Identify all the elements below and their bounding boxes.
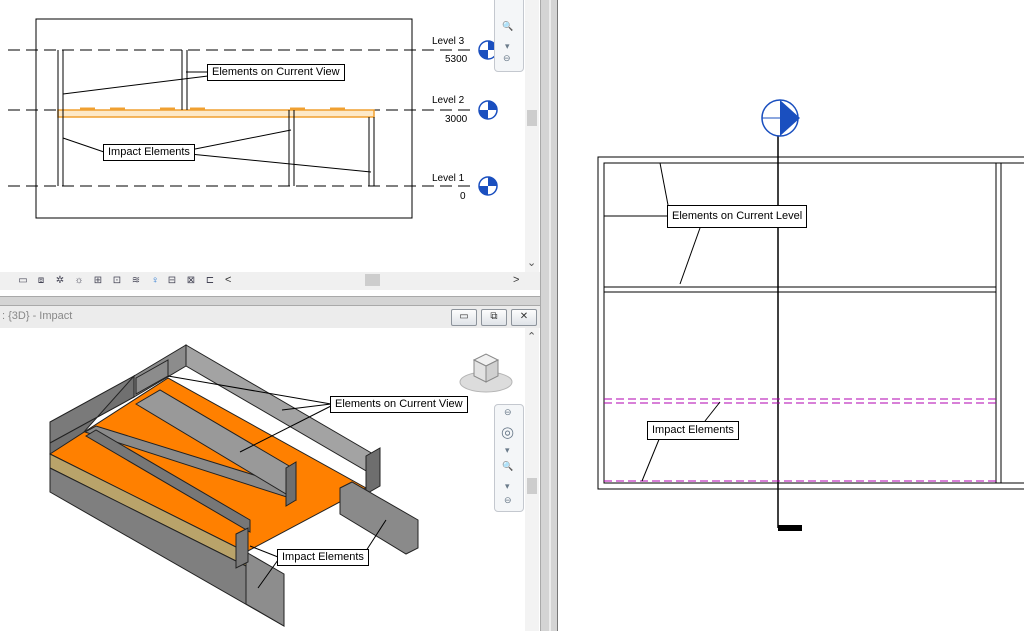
chevron-down-icon[interactable]: ▾: [505, 445, 510, 456]
close-button[interactable]: ✕: [511, 309, 537, 326]
wall-right-extension: [339, 481, 419, 555]
elevation-navigation-bar[interactable]: 🔍 ▾ ⊖: [494, 0, 524, 72]
zoom-icon[interactable]: 🔍: [502, 461, 513, 472]
plan-callout-impact: Impact Elements: [647, 421, 739, 440]
restore-button[interactable]: ⧉: [481, 309, 507, 326]
chevron-down-icon[interactable]: ▾: [505, 41, 510, 52]
elevation-view-control-bar[interactable]: ▭ ⧈ ✲ ☼ ⊞ ⊡ ≋ ♀ ⊟ ⊠ ⊏ < >: [0, 272, 540, 290]
vertical-splitter[interactable]: [540, 0, 558, 631]
crop-region: [35, 18, 413, 219]
level-2-name[interactable]: Level 2: [432, 95, 464, 106]
plan-view-pane[interactable]: Elements on Current Level Impact Element…: [558, 0, 1024, 631]
plan-callout-current-level: Elements on Current Level: [667, 205, 808, 228]
scroll-up-arrow[interactable]: ⌃: [527, 330, 536, 343]
elevation-view-pane[interactable]: Level 3 5300 Level 2 3000 Level 1 0 Elem…: [0, 0, 540, 296]
horizontal-scroll-thumb[interactable]: [365, 274, 380, 286]
level-3-elevation[interactable]: 5300: [445, 54, 467, 65]
nav-bar-options-icon[interactable]: ⊖: [504, 495, 512, 506]
viewcube[interactable]: [458, 350, 520, 396]
scale-icon[interactable]: ▭: [16, 275, 30, 287]
analytical-model-icon[interactable]: ⊠: [184, 275, 198, 287]
nav-bar-options-icon[interactable]: ⊖: [503, 53, 511, 64]
visual-style-icon[interactable]: ✲: [53, 275, 67, 287]
toolbar-scroll-left-arrow[interactable]: <: [225, 274, 231, 286]
sun-path-icon[interactable]: ☼: [72, 275, 86, 287]
3d-view-pane[interactable]: Elements on Current View Impact Elements…: [0, 328, 540, 631]
crop-view-icon[interactable]: ⊡: [110, 275, 124, 287]
elevation-callout-impact: Impact Elements: [103, 144, 195, 161]
level-2-elevation[interactable]: 3000: [445, 114, 467, 125]
nav-bar-close-icon[interactable]: ⊖: [504, 407, 512, 418]
shadows-icon[interactable]: ⊞: [91, 275, 105, 287]
level-3-name[interactable]: Level 3: [432, 36, 464, 47]
3d-vertical-scrollbar[interactable]: ⌃: [525, 328, 539, 631]
elevation-callout-current-view: Elements on Current View: [207, 64, 345, 81]
plan-drawing[interactable]: [558, 0, 1024, 631]
scroll-right-arrow[interactable]: >: [513, 274, 519, 286]
impact-floor-highlight: [57, 109, 375, 118]
minimize-button[interactable]: ▭: [451, 309, 477, 326]
zoom-icon[interactable]: 🔍: [502, 21, 513, 32]
level-1-elevation[interactable]: 0: [460, 191, 466, 202]
temporary-hide-icon[interactable]: ≋: [129, 275, 143, 287]
level-1-name[interactable]: Level 1: [432, 173, 464, 184]
section-head-symbol: [761, 99, 800, 137]
detail-level-icon[interactable]: ⧈: [34, 275, 48, 287]
horizontal-splitter[interactable]: [0, 296, 548, 306]
impact-floor-outline: [604, 398, 996, 482]
chevron-down-icon[interactable]: ▾: [505, 481, 510, 492]
wall-right: [365, 447, 381, 495]
3d-view-title-bar[interactable]: : {3D} - Impact ▭ ⧉ ✕: [0, 306, 545, 329]
pin-icon[interactable]: ♀: [148, 275, 162, 287]
3d-vertical-scroll-thumb[interactable]: [527, 478, 537, 494]
3d-callout-impact: Impact Elements: [277, 549, 369, 566]
3d-view-title: : {3D} - Impact: [2, 310, 73, 322]
3d-callout-current-view: Elements on Current View: [330, 396, 468, 413]
highlight-displacement-icon[interactable]: ⊏: [203, 275, 217, 287]
elevation-vertical-scrollbar[interactable]: ⌄: [525, 0, 539, 272]
reveal-hidden-icon[interactable]: ⊟: [165, 275, 179, 287]
steering-wheel-icon[interactable]: ◎: [501, 423, 514, 441]
3d-navigation-bar[interactable]: ⊖ ◎ ▾ 🔍 ▾ ⊖: [494, 404, 524, 512]
elevation-vertical-scroll-thumb[interactable]: [527, 110, 537, 126]
scroll-down-arrow[interactable]: ⌄: [527, 256, 536, 269]
